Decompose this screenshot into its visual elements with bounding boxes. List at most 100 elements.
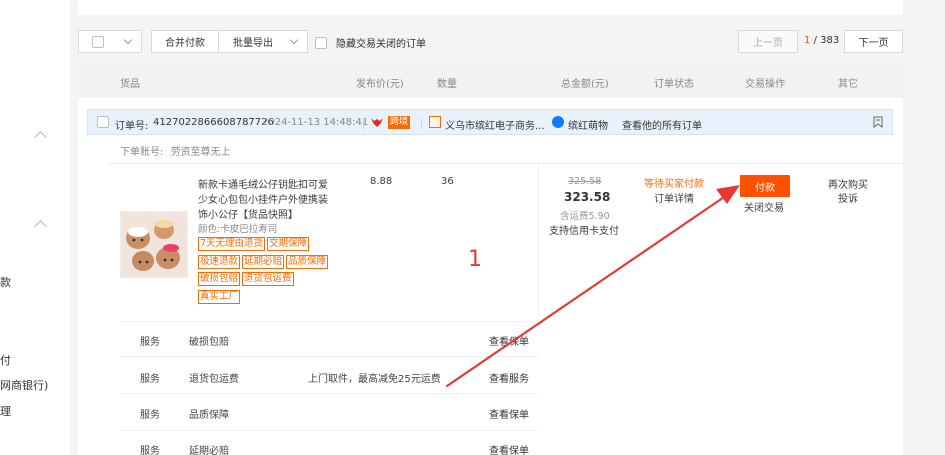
divider [120, 356, 538, 357]
service-name: 品质保障 [189, 410, 229, 421]
service-name: 退货包运费 [189, 374, 239, 385]
service-tag: 破损包赔 [198, 272, 241, 286]
store-icon [429, 116, 441, 128]
view-all-orders-link[interactable]: 查看他的所有订单 [622, 117, 702, 132]
sidebar-item[interactable]: 付 [0, 352, 11, 368]
product-thumbnail[interactable] [120, 211, 188, 278]
account-name: 劳资至尊无上 [170, 147, 231, 158]
divider [538, 163, 539, 323]
order-list-panel: 货品 发布价(元) 数量 总金额(元) 订单状态 交易操作 其它 订单号: 41… [78, 64, 903, 455]
divider [421, 118, 422, 129]
store-name[interactable]: 义乌市缤红电子商务... [445, 117, 545, 132]
account-row: 下单账号: 劳资至尊无上 [120, 143, 231, 158]
current-page: 1 [804, 35, 811, 46]
col-action: 交易操作 [745, 79, 785, 90]
next-page-button[interactable]: 下一页 [844, 30, 903, 53]
divider [120, 430, 538, 431]
store-brand[interactable]: 缤红萌物 [568, 117, 608, 132]
view-policy-link[interactable]: 查看保单 [489, 333, 529, 348]
order-number[interactable]: 4127022866608787726 [153, 117, 274, 128]
merge-pay-button[interactable]: 合并付款 [151, 30, 219, 53]
service-tag: 退货包运费 [242, 272, 294, 286]
left-sidebar-strip: 款 付 网商银行) 理 [0, 0, 70, 455]
shipping-fee: 含运费5.90 [560, 211, 610, 222]
top-panel-edge [78, 0, 903, 15]
sidebar-item[interactable]: 款 [0, 274, 11, 290]
divider [363, 118, 364, 129]
hide-closed-checkbox[interactable] [315, 36, 327, 49]
service-row-label: 服务 [140, 337, 160, 348]
service-row-label: 服务 [140, 410, 160, 421]
hide-closed-label: 隐藏交易关闭的订单 [336, 39, 426, 50]
service-name: 破损包赔 [189, 337, 229, 348]
product-title-line[interactable]: 新款卡通毛绒公仔钥匙扣可爱 [198, 176, 328, 191]
view-service-link[interactable]: 查看服务 [489, 370, 529, 385]
select-all-dropdown[interactable] [78, 30, 142, 53]
quantity: 36 [441, 176, 454, 187]
buy-again-link[interactable]: 再次购买 [828, 176, 868, 191]
hide-closed-toggle[interactable]: 隐藏交易关闭的订单 [315, 35, 426, 50]
col-goods: 货品 [120, 79, 140, 90]
flag-icon[interactable] [872, 116, 884, 129]
col-other: 其它 [838, 79, 858, 90]
prev-page-button[interactable]: 上一页 [738, 30, 798, 53]
service-row-label: 服务 [140, 446, 160, 455]
chat-icon[interactable] [552, 116, 564, 128]
view-policy-link[interactable]: 查看保单 [489, 406, 529, 421]
service-tags-row: 7天无理由退货 交期保障 [198, 237, 311, 251]
batch-export-label: 批量导出 [233, 38, 273, 49]
select-all-checkbox[interactable] [92, 35, 104, 48]
table-header: 货品 发布价(元) 数量 总金额(元) 订单状态 交易操作 其它 [78, 64, 903, 98]
page-indicator: 1 / 383 [804, 35, 839, 46]
service-tag: 交期保障 [267, 237, 310, 251]
order-toolbar: 合并付款 批量导出 隐藏交易关闭的订单 上一页 1 / 383 下一页 [78, 28, 903, 55]
sidebar-item[interactable]: 网商银行) [0, 377, 48, 393]
service-tag: 7天无理由退货 [198, 237, 266, 251]
credit-card-note: 支持信用卡支付 [549, 226, 619, 237]
service-name: 延期必赔 [189, 446, 229, 455]
collapse-chevron-icon[interactable] [34, 131, 47, 144]
account-label: 下单账号: [120, 147, 164, 158]
view-policy-link[interactable]: 查看保单 [489, 442, 529, 455]
product-spec: 颜色:卡皮巴拉寿司 [198, 224, 278, 235]
unit-price: 8.88 [370, 176, 393, 187]
col-status: 订单状态 [654, 79, 694, 90]
close-trade-link[interactable]: 关闭交易 [744, 199, 784, 214]
service-tags-row: 极速退款 延期必赔 品质保障 [198, 255, 330, 269]
col-price: 发布价(元) [356, 79, 404, 90]
annotation-step-number: 1 [468, 247, 482, 272]
col-quantity: 数量 [437, 79, 457, 90]
service-row-label: 服务 [140, 374, 160, 385]
order-total: 323.58 [564, 190, 611, 204]
batch-export-dropdown[interactable]: 批量导出 [218, 30, 308, 53]
col-total: 总金额(元) [561, 79, 609, 90]
order-checkbox[interactable] [97, 116, 109, 128]
product-title-line[interactable]: 少女心包包小挂件户外便携装 [198, 191, 328, 206]
order-header-row: 订单号: 4127022866608787726 2024-11-13 14:4… [87, 109, 893, 135]
total-pages: / 383 [813, 35, 840, 46]
order-datetime: 2024-11-13 14:48:41 [262, 117, 369, 128]
order-details-link[interactable]: 订单详情 [654, 190, 694, 205]
original-total: 325.58 [568, 176, 602, 187]
service-desc: 上门取件，最高减免25元运费 [308, 374, 441, 385]
sidebar-item[interactable]: 理 [0, 403, 11, 419]
service-tags-row: 破损包赔 退货包运费 [198, 272, 296, 286]
order-status: 等待买家付款 [644, 179, 704, 190]
cross-border-badge: 跨境 [388, 116, 411, 129]
divider [120, 321, 538, 322]
divider [120, 393, 538, 394]
bull-logo-icon [371, 118, 383, 127]
service-tag: 品质保障 [286, 255, 329, 269]
complain-link[interactable]: 投诉 [838, 190, 858, 205]
service-tag: 延期必赔 [242, 255, 285, 269]
service-tags-row: 真实工厂 [198, 290, 242, 304]
chevron-down-icon [123, 35, 133, 45]
divider [108, 163, 903, 164]
chevron-down-icon [289, 35, 299, 45]
collapse-chevron-icon[interactable] [34, 220, 47, 233]
service-tag: 真实工厂 [198, 290, 241, 304]
pay-button[interactable]: 付款 [740, 175, 790, 197]
product-title-line[interactable]: 饰小公仔【货品快照】 [198, 206, 298, 221]
service-tag: 极速退款 [198, 255, 241, 269]
product-image [121, 212, 187, 277]
